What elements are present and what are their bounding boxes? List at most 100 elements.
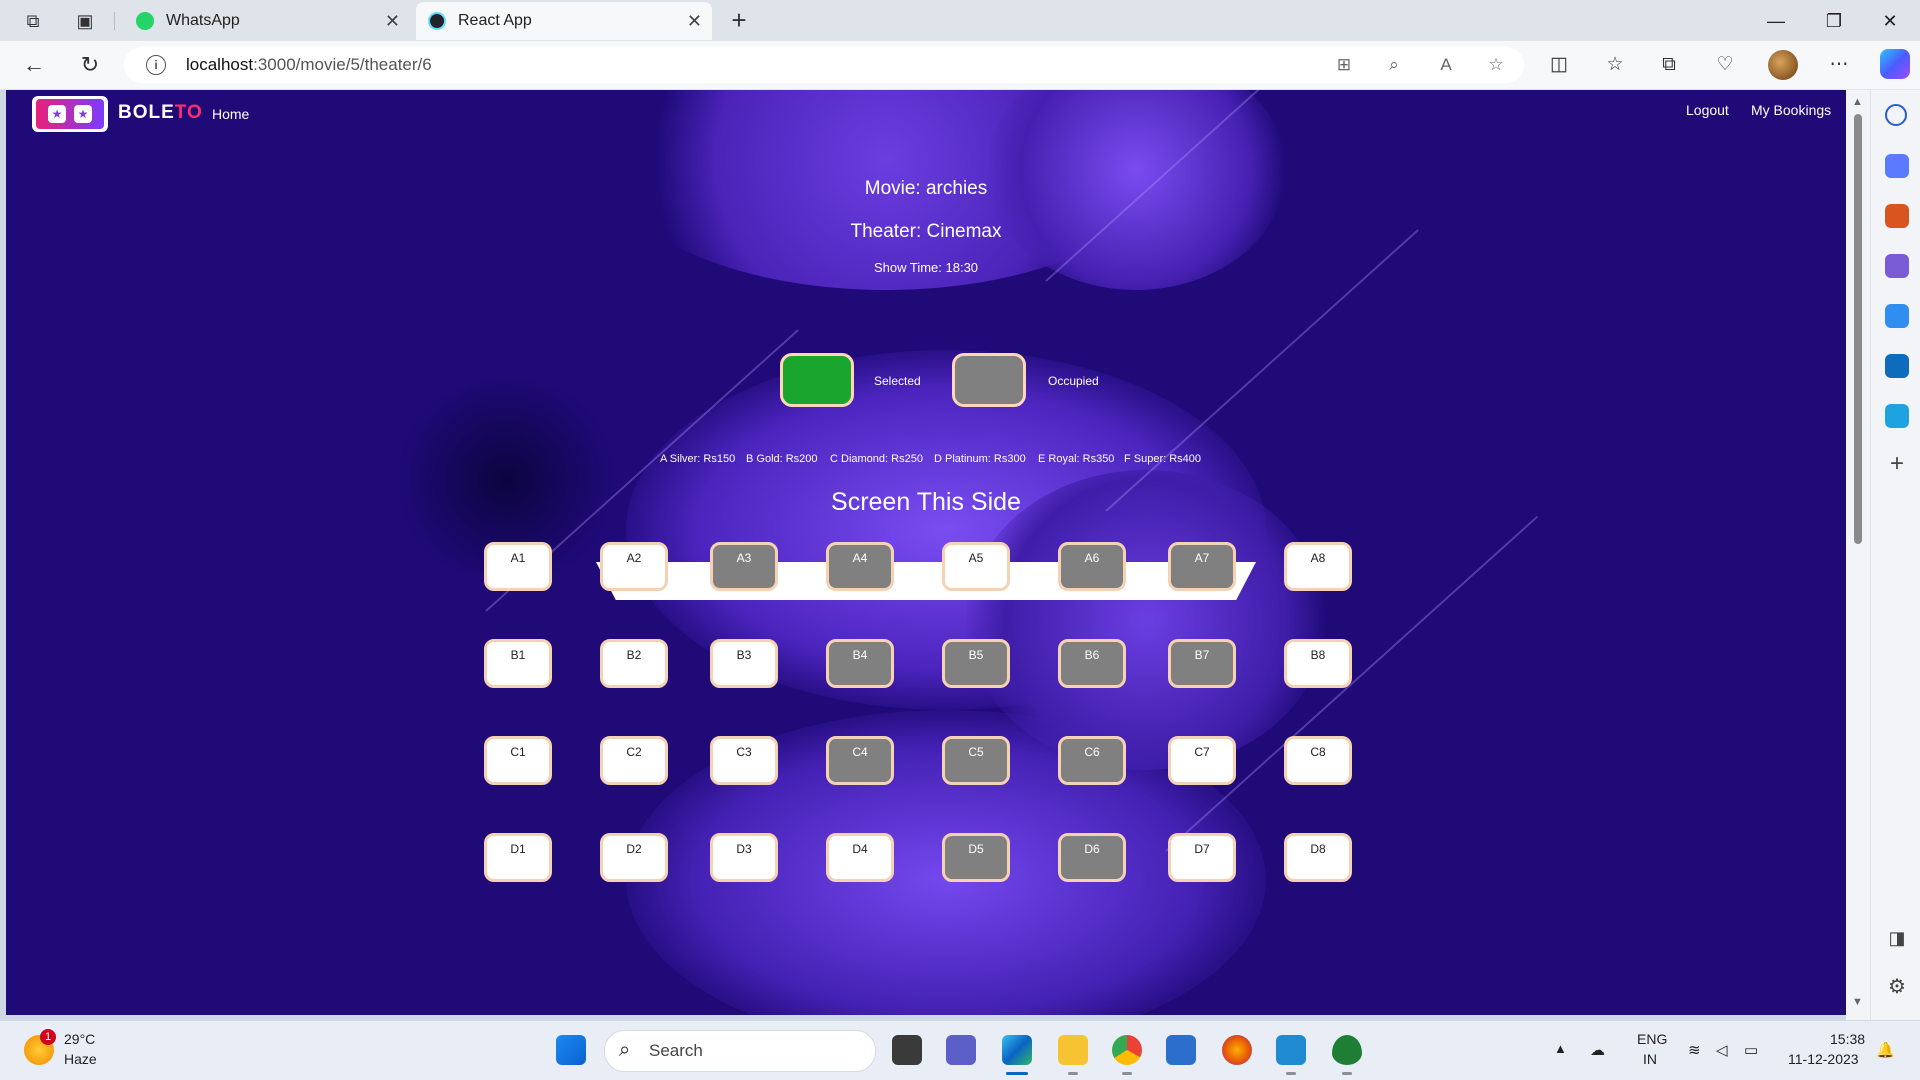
- mongodb-compass-icon[interactable]: [1332, 1035, 1362, 1065]
- tab-actions-icon[interactable]: ▣: [72, 8, 98, 34]
- copilot-icon[interactable]: [1880, 49, 1910, 79]
- seat-c4[interactable]: C4: [826, 736, 894, 785]
- site-info-icon[interactable]: i: [146, 55, 166, 75]
- show-hidden-icons[interactable]: ▲: [1554, 1041, 1567, 1056]
- restore-button[interactable]: ❐: [1814, 6, 1854, 36]
- battery-icon[interactable]: ▭: [1744, 1041, 1758, 1059]
- zoom-icon[interactable]: ⌕: [1382, 54, 1406, 76]
- wifi-icon[interactable]: ≋: [1688, 1041, 1701, 1059]
- seat-d6[interactable]: D6: [1058, 833, 1126, 882]
- games-icon[interactable]: [1885, 254, 1909, 278]
- seat-d4[interactable]: D4: [826, 833, 894, 882]
- vscode-icon[interactable]: [1276, 1035, 1306, 1065]
- taskbar-search[interactable]: ⌕ Search: [604, 1030, 876, 1072]
- seat-c8[interactable]: C8: [1284, 736, 1352, 785]
- outlook-icon[interactable]: [1885, 354, 1909, 378]
- workspaces-icon[interactable]: ⧉: [20, 8, 46, 34]
- close-window-button[interactable]: ✕: [1870, 6, 1910, 36]
- nav-my-bookings-link[interactable]: My Bookings: [1751, 102, 1831, 118]
- seat-c3[interactable]: C3: [710, 736, 778, 785]
- language-code[interactable]: ENG: [1637, 1031, 1667, 1047]
- task-view-icon[interactable]: [892, 1035, 922, 1065]
- nav-home-link[interactable]: Home: [212, 106, 249, 122]
- volume-icon[interactable]: ◁: [1716, 1041, 1728, 1059]
- back-button[interactable]: ←: [18, 50, 50, 80]
- firefox-icon[interactable]: [1222, 1035, 1252, 1065]
- drop-icon[interactable]: [1885, 404, 1909, 428]
- seat-b6[interactable]: B6: [1058, 639, 1126, 688]
- tab-react-app[interactable]: React App ✕: [416, 2, 712, 40]
- weather-condition[interactable]: Haze: [64, 1051, 97, 1067]
- seat-a7[interactable]: A7: [1168, 542, 1236, 591]
- shopping-icon[interactable]: [1885, 154, 1909, 178]
- seat-c7[interactable]: C7: [1168, 736, 1236, 785]
- hide-sidebar-icon[interactable]: ◨: [1883, 928, 1911, 949]
- seat-b2[interactable]: B2: [600, 639, 668, 688]
- seat-a1[interactable]: A1: [484, 542, 552, 591]
- search-icon[interactable]: [1885, 104, 1907, 126]
- browser-essentials-icon[interactable]: ♡: [1710, 50, 1740, 80]
- seat-b4[interactable]: B4: [826, 639, 894, 688]
- new-tab-button[interactable]: +: [724, 6, 754, 36]
- weather-temp[interactable]: 29°C: [64, 1031, 95, 1047]
- favorites-icon[interactable]: ☆: [1600, 50, 1630, 80]
- minimize-button[interactable]: —: [1756, 6, 1796, 36]
- tab-whatsapp[interactable]: WhatsApp ✕: [124, 2, 410, 40]
- seat-d7[interactable]: D7: [1168, 833, 1236, 882]
- favorite-star-icon[interactable]: ☆: [1484, 54, 1508, 76]
- file-explorer-icon[interactable]: [1058, 1035, 1088, 1065]
- onedrive-icon[interactable]: ☁: [1590, 1041, 1605, 1059]
- scroll-thumb[interactable]: [1854, 114, 1862, 544]
- settings-gear-icon[interactable]: ⚙: [1883, 974, 1911, 999]
- language-region[interactable]: IN: [1643, 1051, 1657, 1067]
- seat-a8[interactable]: A8: [1284, 542, 1352, 591]
- tools-icon[interactable]: [1885, 204, 1909, 228]
- chrome-icon[interactable]: [1112, 1035, 1142, 1065]
- brand-name[interactable]: BOLETO: [118, 102, 203, 124]
- seat-a4[interactable]: A4: [826, 542, 894, 591]
- notification-bell-icon[interactable]: 🔔: [1876, 1041, 1895, 1059]
- boleto-logo[interactable]: ★ ★: [32, 96, 108, 132]
- seat-d8[interactable]: D8: [1284, 833, 1352, 882]
- seat-b8[interactable]: B8: [1284, 639, 1352, 688]
- seat-d2[interactable]: D2: [600, 833, 668, 882]
- seat-c6[interactable]: C6: [1058, 736, 1126, 785]
- read-aloud-icon[interactable]: A: [1434, 54, 1458, 76]
- split-screen-icon[interactable]: ◫: [1544, 50, 1574, 80]
- nav-logout-link[interactable]: Logout: [1686, 102, 1729, 118]
- seat-b3[interactable]: B3: [710, 639, 778, 688]
- close-icon[interactable]: ✕: [385, 11, 400, 32]
- seat-d3[interactable]: D3: [710, 833, 778, 882]
- seat-d5[interactable]: D5: [942, 833, 1010, 882]
- scroll-up-icon[interactable]: ▲: [1852, 96, 1863, 108]
- collections-icon[interactable]: ⧉: [1654, 50, 1684, 80]
- microsoft-365-icon[interactable]: [1885, 304, 1909, 328]
- seat-a2[interactable]: A2: [600, 542, 668, 591]
- seat-c1[interactable]: C1: [484, 736, 552, 785]
- url-text[interactable]: localhost:3000/movie/5/theater/6: [186, 55, 432, 75]
- close-icon[interactable]: ✕: [687, 11, 702, 32]
- refresh-button[interactable]: ↻: [74, 50, 106, 80]
- scroll-down-icon[interactable]: ▼: [1852, 996, 1863, 1008]
- add-sidebar-app-icon[interactable]: +: [1883, 450, 1911, 478]
- more-menu-icon[interactable]: ⋯: [1824, 50, 1854, 80]
- seat-b1[interactable]: B1: [484, 639, 552, 688]
- page-scrollbar[interactable]: ▲ ▼: [1846, 90, 1870, 1020]
- app-available-icon[interactable]: ⊞: [1332, 54, 1356, 76]
- seat-b7[interactable]: B7: [1168, 639, 1236, 688]
- seat-a6[interactable]: A6: [1058, 542, 1126, 591]
- microsoft-store-icon[interactable]: [1166, 1035, 1196, 1065]
- url-field[interactable]: i localhost:3000/movie/5/theater/6 ⊞ ⌕ A…: [124, 47, 1524, 83]
- start-button[interactable]: [556, 1035, 586, 1065]
- seat-a3[interactable]: A3: [710, 542, 778, 591]
- seat-b5[interactable]: B5: [942, 639, 1010, 688]
- seat-c5[interactable]: C5: [942, 736, 1010, 785]
- profile-avatar[interactable]: [1768, 50, 1798, 80]
- teams-icon[interactable]: [946, 1035, 976, 1065]
- seat-a5[interactable]: A5: [942, 542, 1010, 591]
- seat-d1[interactable]: D1: [484, 833, 552, 882]
- seat-c2[interactable]: C2: [600, 736, 668, 785]
- clock-time[interactable]: 15:38: [1830, 1031, 1865, 1047]
- clock-date[interactable]: 11-12-2023: [1788, 1051, 1859, 1067]
- edge-icon[interactable]: [1002, 1035, 1032, 1065]
